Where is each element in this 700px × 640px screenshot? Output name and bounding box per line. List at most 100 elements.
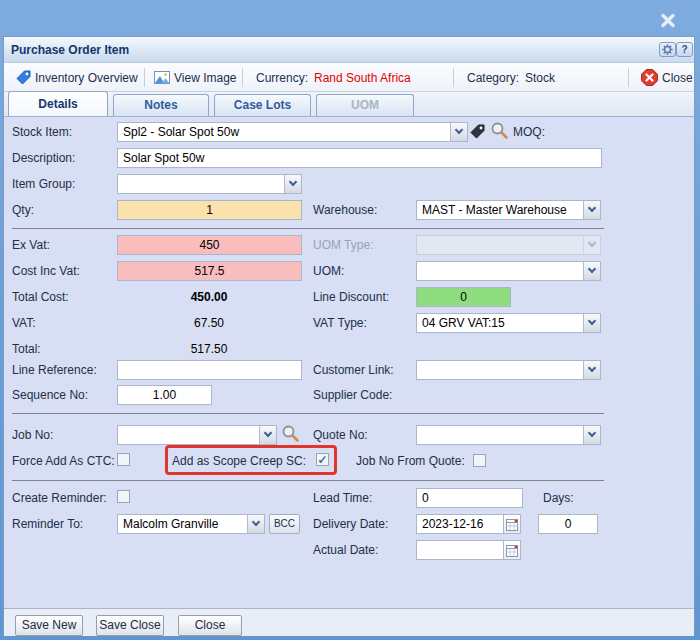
actual-date-calendar-button[interactable] [503, 540, 521, 560]
tab-details[interactable]: Details [8, 91, 108, 116]
stock-item-dropdown-arrow[interactable] [450, 123, 467, 141]
scope-creep-checkbox[interactable]: ✓ [316, 453, 329, 466]
stock-item-combobox[interactable]: Spl2 - Solar Spot 50w [117, 122, 468, 142]
lead-time-label: Lead Time: [313, 491, 372, 505]
settings-gear-button[interactable] [659, 42, 676, 57]
reminder-to-dropdown-arrow[interactable] [247, 515, 264, 533]
create-reminder-checkbox[interactable] [117, 490, 130, 503]
job-no-dropdown-arrow[interactable] [259, 426, 276, 444]
stock-search-icon[interactable] [490, 121, 509, 140]
line-discount-input[interactable]: 0 [416, 287, 511, 307]
close-button[interactable]: Close [178, 615, 242, 636]
tag-icon[interactable] [469, 123, 486, 140]
toolbar-separator [453, 68, 454, 87]
total-value: 517.50 [117, 339, 301, 359]
tab-uom: UOM [316, 94, 414, 116]
toolbar-separator [628, 68, 629, 87]
job-no-combobox[interactable] [117, 425, 277, 445]
description-label: Description: [12, 151, 75, 165]
customer-link-combobox[interactable] [416, 360, 601, 380]
delivery-date-input[interactable]: 2023-12-16 [416, 514, 504, 534]
tab-notes[interactable]: Notes [113, 94, 209, 116]
vat-type-dropdown-arrow[interactable] [583, 314, 600, 332]
description-value: Solar Spot 50w [123, 151, 204, 165]
ex-vat-input[interactable]: 450 [117, 235, 302, 255]
vat-type-combobox[interactable]: 04 GRV VAT:15 [416, 313, 601, 333]
help-button[interactable]: ? [676, 42, 693, 57]
uom-dropdown-arrow[interactable] [583, 262, 600, 280]
line-discount-value: 0 [460, 290, 467, 304]
reminder-to-value: Malcolm Granville [123, 517, 218, 531]
cost-inc-vat-label: Cost Inc Vat: [12, 264, 80, 278]
description-input[interactable]: Solar Spot 50w [117, 148, 602, 168]
save-close-button[interactable]: Save Close [96, 615, 164, 636]
uom-combobox[interactable] [416, 261, 601, 281]
job-no-from-quote-label: Job No From Quote: [356, 454, 465, 468]
save-new-button[interactable]: Save New [15, 615, 83, 636]
warehouse-combobox[interactable]: MAST - Master Warehouse [416, 200, 601, 220]
dialog-titlebar: Purchase Order Item ? [4, 37, 694, 63]
stock-item-value: Spl2 - Solar Spot 50w [123, 125, 239, 139]
toolbar-separator [242, 68, 243, 87]
vat-value: 67.50 [117, 313, 301, 333]
item-group-combobox[interactable] [117, 174, 302, 194]
close-octagon-icon [641, 69, 658, 86]
inventory-tag-icon [15, 69, 32, 86]
cost-inc-vat-value: 517.5 [194, 264, 224, 278]
sequence-no-input[interactable]: 1.00 [117, 385, 212, 405]
warehouse-dropdown-arrow[interactable] [583, 201, 600, 219]
inventory-overview-button[interactable]: Inventory Overview [35, 70, 138, 86]
currency-label: Currency: [256, 70, 308, 86]
outer-window: Purchase Order Item ? Invent [0, 0, 700, 640]
item-group-dropdown-arrow[interactable] [284, 175, 301, 193]
quote-no-dropdown-arrow[interactable] [583, 426, 600, 444]
separator-line [12, 413, 604, 414]
dialog-title: Purchase Order Item [11, 43, 129, 57]
line-reference-input[interactable] [117, 360, 302, 380]
view-image-icon [154, 71, 170, 84]
uom-type-combobox [416, 235, 601, 255]
total-cost-value: 450.00 [117, 287, 301, 307]
quote-no-combobox[interactable] [416, 425, 601, 445]
toolbar-close-button[interactable]: Close [662, 70, 693, 86]
vat-label: VAT: [12, 316, 36, 330]
warehouse-value: MAST - Master Warehouse [422, 203, 567, 217]
cost-inc-vat-input[interactable]: 517.5 [117, 261, 302, 281]
uom-type-label: UOM Type: [313, 238, 373, 252]
bcc-button[interactable]: BCC [269, 514, 300, 534]
dialog-footer: Save New Save Close Close [4, 608, 694, 636]
separator-line [12, 228, 604, 229]
actual-date-input[interactable] [416, 540, 504, 560]
purchase-order-item-dialog: Purchase Order Item ? Invent [3, 36, 695, 635]
total-label: Total: [12, 342, 41, 356]
force-add-ctc-checkbox[interactable] [117, 453, 130, 466]
delivery-days-input[interactable]: 0 [538, 514, 598, 534]
delivery-date-calendar-button[interactable] [503, 514, 521, 534]
toolbar-separator [144, 68, 145, 87]
dialog-toolbar: Inventory Overview View Image Currency: … [4, 63, 694, 92]
line-discount-label: Line Discount: [313, 290, 389, 304]
tab-case-lots[interactable]: Case Lots [214, 94, 311, 116]
line-reference-label: Line Reference: [12, 363, 97, 377]
checkmark: ✓ [317, 454, 327, 466]
job-search-icon[interactable] [281, 424, 300, 443]
job-no-from-quote-checkbox[interactable] [473, 454, 486, 467]
delivery-date-label: Delivery Date: [313, 517, 388, 531]
customer-link-dropdown-arrow[interactable] [583, 361, 600, 379]
warehouse-label: Warehouse: [313, 203, 377, 217]
supplier-code-label: Supplier Code: [313, 388, 392, 402]
force-add-ctc-label: Force Add As CTC: [12, 454, 115, 468]
window-close-icon[interactable] [660, 13, 676, 28]
delivery-date-value: 2023-12-16 [422, 517, 483, 531]
view-image-button[interactable]: View Image [174, 70, 236, 86]
total-cost-label: Total Cost: [12, 290, 69, 304]
reminder-to-combobox[interactable]: Malcolm Granville [117, 514, 265, 534]
qty-input[interactable]: 1 [117, 200, 302, 220]
lead-time-value: 0 [422, 491, 429, 505]
category-label: Category: [467, 70, 519, 86]
delivery-days-value: 0 [565, 517, 572, 531]
create-reminder-label: Create Reminder: [12, 491, 107, 505]
tab-strip: Details Notes Case Lots UOM [4, 92, 694, 117]
job-no-label: Job No: [12, 428, 53, 442]
lead-time-input[interactable]: 0 [416, 488, 523, 508]
